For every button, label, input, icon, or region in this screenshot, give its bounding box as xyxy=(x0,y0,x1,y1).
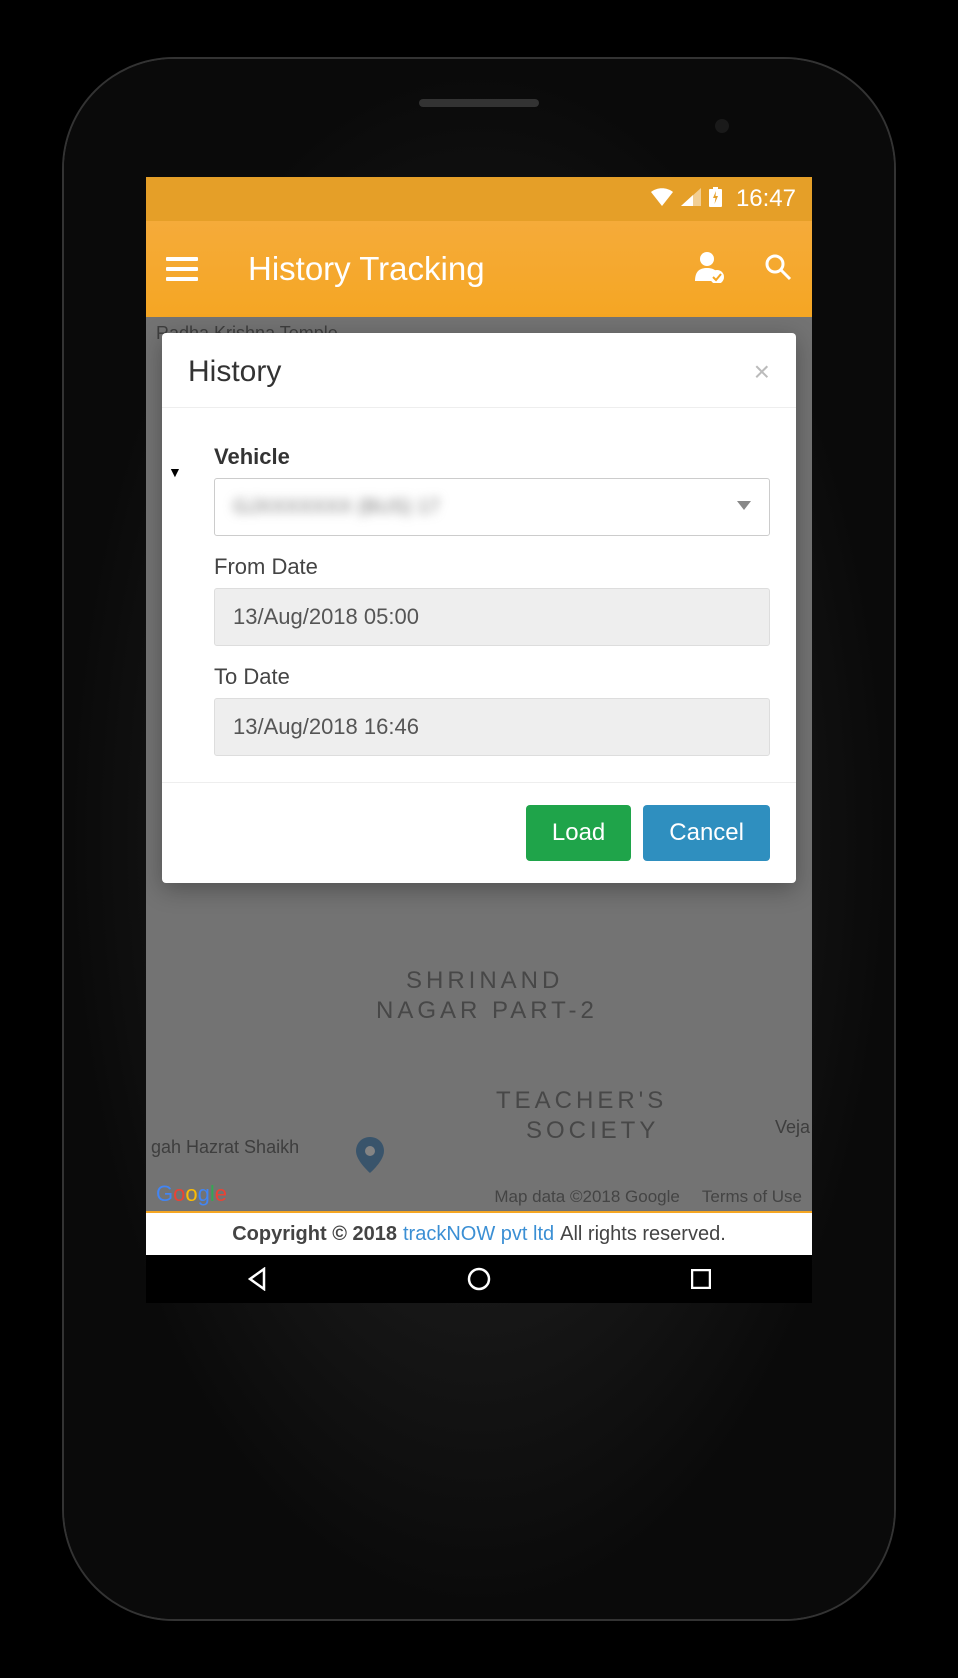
dialog-title: History xyxy=(188,355,281,389)
vehicle-select-value: GJXXXXXXX (BUS) 17 xyxy=(233,496,440,519)
rights-text: All rights reserved. xyxy=(560,1223,726,1246)
profile-check-icon[interactable] xyxy=(694,251,724,288)
dialog-header: History × xyxy=(162,333,796,408)
vehicle-label: Vehicle xyxy=(214,444,770,470)
dialog-body: ▼ Vehicle GJXXXXXXX (BUS) 17 From Date 1… xyxy=(162,408,796,782)
map-attribution: Map data ©2018 Google Terms of Use xyxy=(494,1187,802,1207)
history-dialog: History × ▼ Vehicle GJXXXXXXX (BUS) 17 F… xyxy=(162,333,796,883)
to-date-value: 13/Aug/2018 16:46 xyxy=(233,714,419,740)
caret-down-icon: ▼ xyxy=(168,464,182,480)
search-icon[interactable] xyxy=(764,253,792,286)
brand-link[interactable]: trackNOW pvt ltd xyxy=(403,1223,554,1246)
signal-icon xyxy=(681,188,701,211)
status-time: 16:47 xyxy=(736,185,796,213)
map-data-label: Map data ©2018 Google xyxy=(494,1187,680,1207)
battery-charging-icon xyxy=(709,187,722,212)
page-title: History Tracking xyxy=(248,250,694,288)
from-date-value: 13/Aug/2018 05:00 xyxy=(233,604,419,630)
screen: 16:47 History Tracking Radha Krishna Tem… xyxy=(146,177,812,1303)
map-terms-link[interactable]: Terms of Use xyxy=(702,1187,802,1207)
load-button[interactable]: Load xyxy=(526,805,631,861)
status-bar: 16:47 xyxy=(146,177,812,221)
footer-bar: Copyright © 2018 trackNOW pvt ltd All ri… xyxy=(146,1211,812,1255)
phone-frame: 16:47 History Tracking Radha Krishna Tem… xyxy=(64,59,894,1619)
back-button[interactable] xyxy=(243,1265,271,1293)
appbar-actions xyxy=(694,251,792,288)
home-button[interactable] xyxy=(465,1265,493,1293)
wifi-icon xyxy=(651,188,673,211)
phone-speaker xyxy=(419,99,539,107)
vehicle-select[interactable]: GJXXXXXXX (BUS) 17 xyxy=(214,478,770,536)
recent-apps-button[interactable] xyxy=(687,1265,715,1293)
phone-camera xyxy=(715,119,729,133)
android-nav-bar xyxy=(146,1255,812,1303)
close-icon[interactable]: × xyxy=(754,356,770,388)
to-date-input[interactable]: 13/Aug/2018 16:46 xyxy=(214,698,770,756)
app-bar: History Tracking xyxy=(146,221,812,317)
chevron-down-icon xyxy=(737,498,751,516)
menu-icon[interactable] xyxy=(166,257,198,281)
copyright-text: Copyright © 2018 xyxy=(232,1223,397,1246)
cancel-button[interactable]: Cancel xyxy=(643,805,770,861)
google-logo: Google xyxy=(156,1181,227,1207)
from-date-label: From Date xyxy=(214,554,770,580)
to-date-label: To Date xyxy=(214,664,770,690)
from-date-input[interactable]: 13/Aug/2018 05:00 xyxy=(214,588,770,646)
dialog-footer: Load Cancel xyxy=(162,782,796,883)
